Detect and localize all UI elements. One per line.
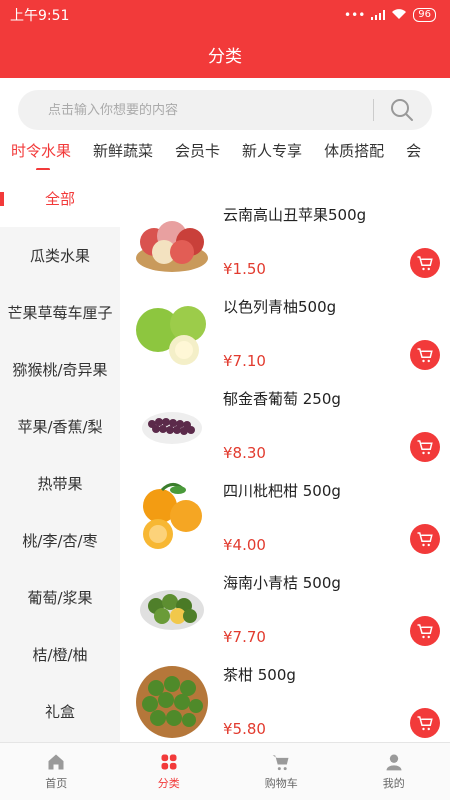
nav-label: 分类: [157, 777, 180, 790]
more-dots-icon: •••: [344, 8, 366, 22]
search-bar[interactable]: [18, 90, 432, 130]
nav-profile[interactable]: 我的: [338, 743, 450, 800]
product-name[interactable]: 茶柑 500g: [223, 664, 296, 685]
product-item[interactable]: 云南高山丑苹果500g ¥1.50: [120, 200, 450, 292]
product-price: ¥7.70: [223, 628, 266, 646]
user-icon: [386, 754, 402, 771]
tab-partial[interactable]: 会: [395, 140, 432, 180]
add-to-cart-button[interactable]: [410, 432, 440, 462]
side-item-melons[interactable]: 瓜类水果: [0, 227, 120, 284]
nav-label: 我的: [382, 777, 405, 790]
product-list: 云南高山丑苹果500g ¥1.50 以色列青柚500g ¥7.10 郁金香葡萄 …: [120, 200, 450, 742]
product-name[interactable]: 以色列青柚500g: [223, 296, 336, 317]
page-header: 分类: [0, 30, 450, 78]
cart-icon: [417, 624, 433, 639]
cart-icon: [417, 532, 433, 547]
product-name[interactable]: 郁金香葡萄 250g: [223, 388, 341, 409]
nav-label: 购物车: [264, 777, 298, 790]
product-item[interactable]: 郁金香葡萄 250g ¥8.30: [120, 384, 450, 476]
add-to-cart-button[interactable]: [410, 708, 440, 738]
side-item-citrus[interactable]: 桔/橙/柚: [0, 626, 120, 683]
battery-indicator: 96: [413, 8, 436, 22]
product-price: ¥4.00: [223, 536, 266, 554]
side-item-kiwi[interactable]: 猕猴桃/奇异果: [0, 341, 120, 398]
status-time: 上午9:51: [10, 8, 70, 24]
cart-icon: [272, 755, 289, 771]
tab-membership-card[interactable]: 会员卡: [164, 140, 231, 180]
search-input[interactable]: [48, 102, 358, 118]
side-item-gift-box[interactable]: 礼盒: [0, 683, 120, 740]
product-item[interactable]: 四川枇杷柑 500g ¥4.00: [120, 476, 450, 568]
add-to-cart-button[interactable]: [410, 248, 440, 278]
cart-icon: [417, 440, 433, 455]
product-item[interactable]: 海南小青桔 500g ¥7.70: [120, 568, 450, 660]
side-item-tropical[interactable]: 热带果: [0, 455, 120, 512]
add-to-cart-button[interactable]: [410, 524, 440, 554]
side-item-apple-banana-pear[interactable]: 苹果/香蕉/梨: [0, 398, 120, 455]
product-image-green-kumquat[interactable]: [132, 568, 212, 648]
side-category-list: 全部 瓜类水果 芒果草莓车厘子 猕猴桃/奇异果 苹果/香蕉/梨 热带果 桃/李/…: [0, 170, 120, 742]
wifi-icon: [391, 8, 407, 23]
tab-constitution-match[interactable]: 体质搭配: [313, 140, 395, 180]
product-image-grapes[interactable]: [132, 384, 212, 464]
product-image-apples[interactable]: [132, 200, 212, 280]
side-item-all[interactable]: 全部: [0, 170, 120, 227]
side-item-mango-strawberry-cherry[interactable]: 芒果草莓车厘子: [0, 284, 120, 341]
nav-cart[interactable]: 购物车: [225, 743, 338, 800]
page-title: 分类: [208, 46, 242, 67]
side-item-peach-plum-apricot-date[interactable]: 桃/李/杏/枣: [0, 512, 120, 569]
product-item[interactable]: 以色列青柚500g ¥7.10: [120, 292, 450, 384]
product-name[interactable]: 四川枇杷柑 500g: [223, 480, 341, 501]
search-divider: [373, 99, 374, 121]
bottom-nav: 首页 分类 购物车 我的: [0, 742, 450, 800]
nav-category[interactable]: 分类: [113, 743, 226, 800]
product-price: ¥5.80: [223, 720, 266, 738]
status-bar: 上午9:51 ••• 96: [0, 0, 450, 30]
tab-newcomer-exclusive[interactable]: 新人专享: [231, 140, 313, 180]
side-item-grapes-berries[interactable]: 葡萄/浆果: [0, 569, 120, 626]
add-to-cart-button[interactable]: [410, 616, 440, 646]
search-icon[interactable]: [390, 98, 414, 122]
search-area: [0, 78, 450, 140]
product-item[interactable]: 茶柑 500g ¥5.80: [120, 660, 450, 742]
cart-icon: [417, 256, 433, 271]
signal-icon: [371, 10, 386, 20]
cart-icon: [417, 348, 433, 363]
nav-label: 首页: [45, 777, 68, 790]
product-image-green-pomelo[interactable]: [132, 292, 212, 372]
product-image-tangerines[interactable]: [132, 476, 212, 556]
product-price: ¥8.30: [223, 444, 266, 462]
add-to-cart-button[interactable]: [410, 340, 440, 370]
cart-icon: [417, 716, 433, 731]
home-icon: [48, 754, 64, 770]
product-name[interactable]: 海南小青桔 500g: [223, 572, 341, 593]
category-icon: [161, 754, 177, 770]
nav-home[interactable]: 首页: [0, 743, 113, 800]
product-price: ¥7.10: [223, 352, 266, 370]
product-name[interactable]: 云南高山丑苹果500g: [223, 204, 366, 225]
status-icons: ••• 96: [344, 8, 436, 23]
product-price: ¥1.50: [223, 260, 266, 278]
product-image-tea-citrus[interactable]: [132, 660, 212, 740]
